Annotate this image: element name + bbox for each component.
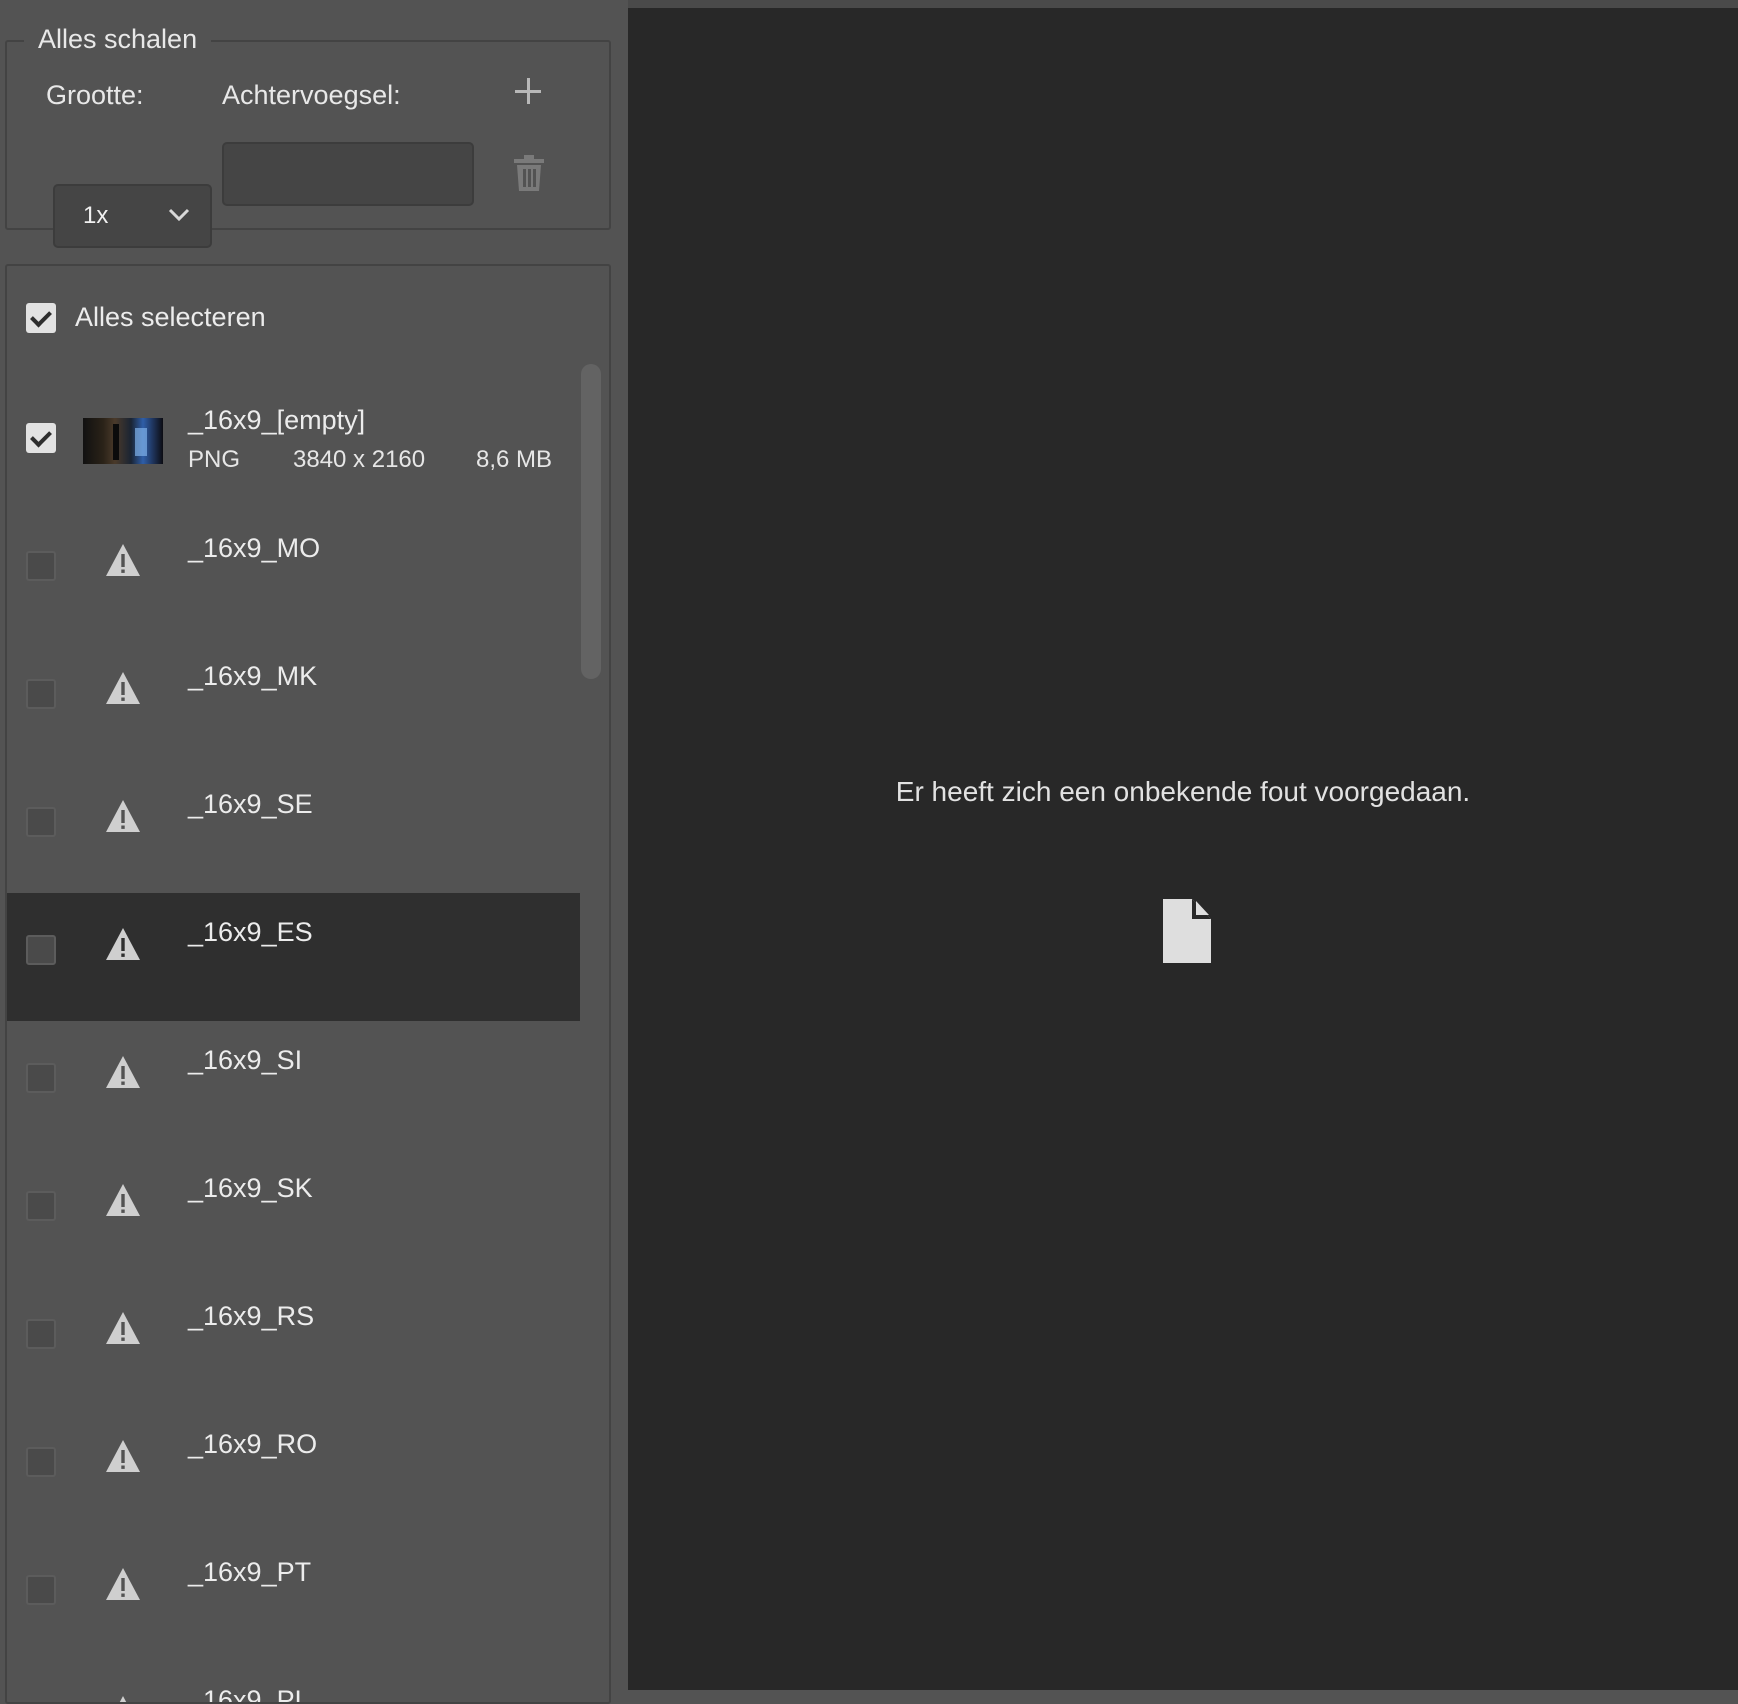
item-name: _16x9_SK	[188, 1173, 313, 1203]
image-thumbnail	[83, 418, 163, 464]
item-name: _16x9_[empty]	[188, 405, 366, 435]
warning-icon	[106, 1184, 140, 1216]
suffix-label: Achtervoegsel:	[222, 80, 401, 110]
item-checkbox[interactable]	[26, 807, 56, 837]
list-item[interactable]: _16x9_PT	[7, 1533, 580, 1661]
warning-icon	[106, 1568, 140, 1600]
item-checkbox[interactable]	[26, 935, 56, 965]
item-checkbox[interactable]	[26, 423, 56, 453]
size-label: Grootte:	[46, 80, 144, 110]
list-item[interactable]: _16x9_MK	[7, 637, 580, 765]
list-item[interactable]: _16x9_SI	[7, 1021, 580, 1149]
item-name: _16x9_SE	[188, 789, 313, 819]
item-name: _16x9_MO	[188, 533, 321, 563]
item-checkbox[interactable]	[26, 1575, 56, 1605]
suffix-input[interactable]	[222, 142, 474, 206]
list-item[interactable]: _16x9_MO	[7, 509, 580, 637]
preview-top-border	[628, 0, 1738, 8]
select-all-checkbox[interactable]	[26, 303, 56, 333]
item-name: _16x9_MK	[188, 661, 318, 691]
item-name: _16x9_PL	[188, 1685, 310, 1704]
list-item[interactable]: _16x9_RS	[7, 1277, 580, 1405]
item-checkbox[interactable]	[26, 679, 56, 709]
export-settings-panel: 1x Alles schalen Grootte: Achtervoegsel:…	[0, 0, 628, 1704]
list-item[interactable]: _16x9_PL	[7, 1661, 580, 1704]
size-dropdown[interactable]: 1x	[53, 184, 212, 248]
list-item-selected[interactable]: _16x9_ES	[7, 893, 580, 1021]
chevron-down-icon	[168, 208, 190, 222]
item-checkbox[interactable]	[26, 1191, 56, 1221]
warning-icon	[119, 1696, 127, 1702]
preview-panel: Er heeft zich een onbekende fout voorged…	[628, 0, 1738, 1690]
item-checkbox[interactable]	[26, 1447, 56, 1477]
warning-icon	[106, 1440, 140, 1472]
item-filesize: 8,6 MB	[475, 446, 552, 473]
item-name: _16x9_SI	[188, 1045, 303, 1075]
list-item[interactable]: _16x9_SK	[7, 1149, 580, 1277]
item-format: PNG	[188, 446, 241, 473]
select-all-row[interactable]: Alles selecteren	[7, 294, 597, 344]
document-icon	[1163, 899, 1211, 963]
item-name: _16x9_PT	[188, 1557, 312, 1587]
warning-icon	[106, 800, 140, 832]
select-all-label: Alles selecteren	[75, 302, 266, 332]
size-dropdown-value: 1x	[83, 202, 109, 229]
list-item[interactable]: _16x9_SE	[7, 765, 580, 893]
trash-icon[interactable]	[512, 154, 546, 192]
file-list: _16x9_[empty] PNG 3840 x 2160 8,6 MB _16…	[7, 381, 580, 1704]
list-scrollbar[interactable]	[581, 364, 601, 679]
scale-all-title: Alles schalen	[24, 24, 212, 55]
warning-icon	[106, 672, 140, 704]
warning-icon	[106, 1056, 140, 1088]
warning-icon	[106, 1312, 140, 1344]
list-item[interactable]: _16x9_RO	[7, 1405, 580, 1533]
item-dimensions: 3840 x 2160	[293, 446, 426, 473]
item-name: _16x9_ES	[188, 917, 313, 947]
error-message: Er heeft zich een onbekende fout voorged…	[895, 776, 1471, 807]
file-list-panel: Alles selecteren _16x9_[empty] PNG 3840 …	[5, 264, 611, 1704]
warning-icon	[106, 928, 140, 960]
warning-icon	[106, 544, 140, 576]
item-checkbox[interactable]	[26, 1063, 56, 1093]
add-scale-button[interactable]	[513, 76, 545, 108]
list-item[interactable]: _16x9_[empty] PNG 3840 x 2160 8,6 MB	[7, 381, 580, 509]
item-name: _16x9_RS	[188, 1301, 315, 1331]
item-name: _16x9_RO	[188, 1429, 318, 1459]
item-checkbox[interactable]	[26, 1319, 56, 1349]
item-checkbox[interactable]	[26, 551, 56, 581]
